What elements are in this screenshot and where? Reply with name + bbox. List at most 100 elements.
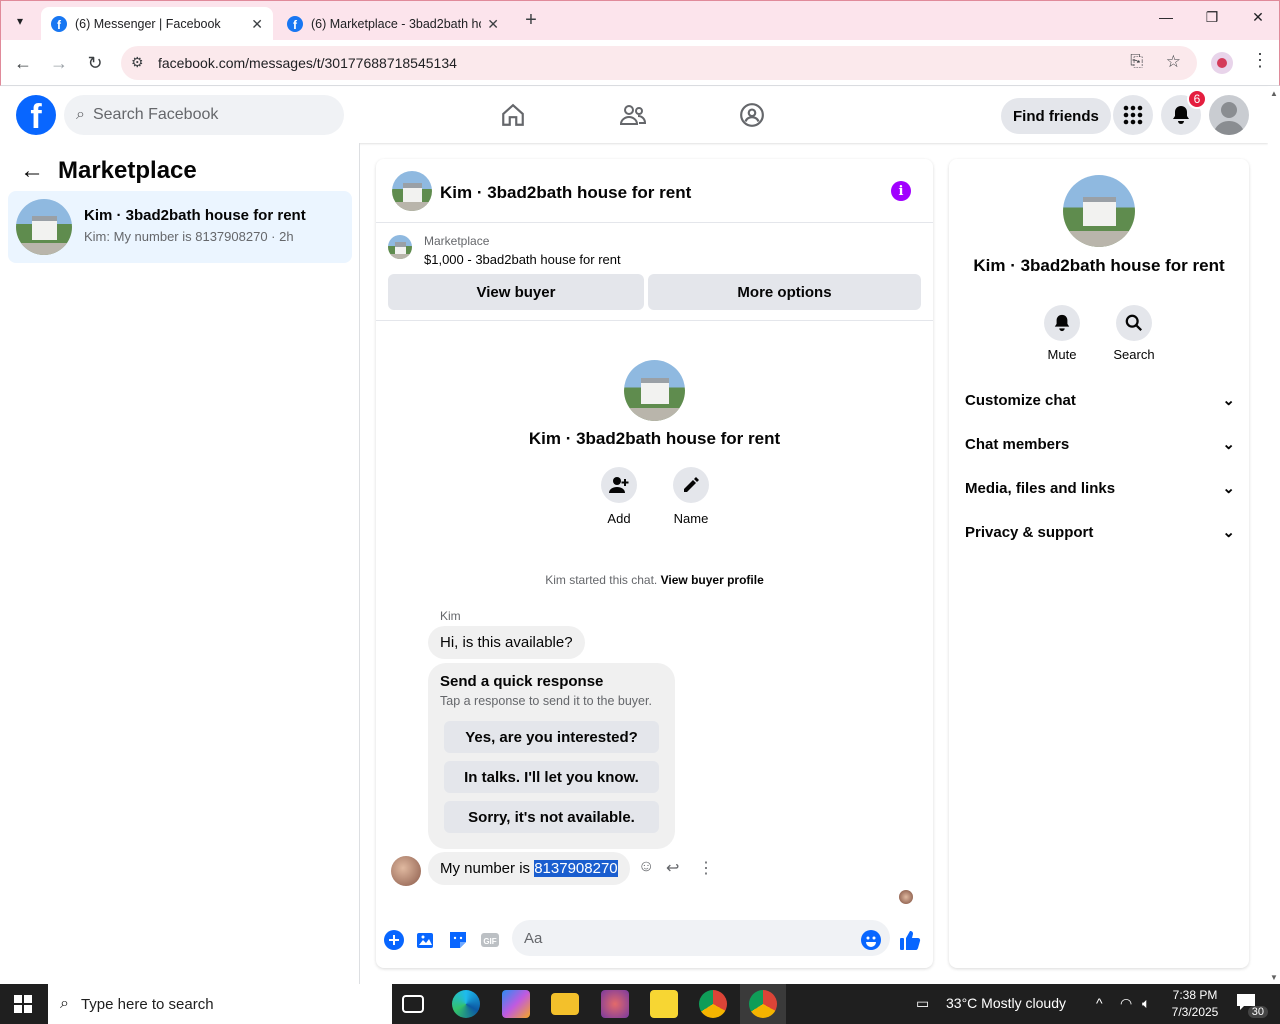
home-icon[interactable] xyxy=(499,101,527,129)
sender-avatar[interactable] xyxy=(391,856,421,886)
copilot-icon[interactable] xyxy=(502,990,530,1018)
chat-members-section[interactable]: Chat members ⌄ xyxy=(965,435,1235,454)
edge-icon[interactable] xyxy=(452,990,480,1018)
info-icon[interactable]: i xyxy=(891,181,911,201)
omnibox[interactable]: ⚙ facebook.com/messages/t/30177688718545… xyxy=(121,46,1197,80)
site-settings-icon[interactable]: ⚙ xyxy=(131,54,144,71)
facebook-search-input[interactable]: ⌕ Search Facebook xyxy=(64,95,344,135)
browser-menu-icon[interactable]: ⋮ xyxy=(1251,50,1269,71)
conversation-list-panel: ← Marketplace Kim · 3bad2bath house for … xyxy=(0,143,360,984)
gif-icon[interactable]: GIF xyxy=(479,929,501,951)
listing-thumbnail[interactable] xyxy=(388,235,412,259)
sticky-notes-icon[interactable] xyxy=(650,990,678,1018)
reply-icon[interactable]: ↩ xyxy=(666,858,679,878)
task-view-icon[interactable] xyxy=(402,995,424,1013)
listing-avatar xyxy=(16,199,72,255)
page-scrollbar[interactable]: ▲ ▼ xyxy=(1268,87,1280,984)
chrome-icon[interactable] xyxy=(699,990,727,1018)
browser-profile-icon[interactable] xyxy=(1211,52,1233,74)
view-buyer-button[interactable]: View buyer xyxy=(388,274,644,310)
quick-response-option[interactable]: Sorry, it's not available. xyxy=(444,801,659,833)
customize-chat-section[interactable]: Customize chat ⌄ xyxy=(965,391,1235,410)
profile-name: Kim · 3bad2bath house for rent xyxy=(973,256,1225,275)
weather-icon[interactable]: ▭ xyxy=(916,995,929,1012)
restore-icon[interactable]: ❐ xyxy=(1189,9,1235,26)
sidebar-title: Marketplace xyxy=(58,157,197,184)
scroll-up-icon[interactable]: ▲ xyxy=(1270,89,1278,98)
chat-header-avatar[interactable] xyxy=(392,171,432,211)
find-friends-button[interactable]: Find friends xyxy=(1001,98,1111,134)
close-window-icon[interactable]: ✕ xyxy=(1235,9,1280,26)
quick-response-option[interactable]: Yes, are you interested? xyxy=(444,721,659,753)
forward-icon[interactable]: → xyxy=(47,51,71,75)
view-buyer-profile-link[interactable]: View buyer profile xyxy=(661,573,764,587)
sticker-icon[interactable] xyxy=(447,929,469,951)
conversation-name: Kim · 3bad2bath house for rent xyxy=(84,207,306,224)
mute-label: Mute xyxy=(1047,347,1077,362)
message-bubble[interactable]: My number is 8137908270 xyxy=(428,852,630,885)
quick-response-option[interactable]: In talks. I'll let you know. xyxy=(444,761,659,793)
emoji-icon[interactable] xyxy=(860,929,882,951)
tab-title: (6) Marketplace - 3bad2bath ho xyxy=(311,17,482,31)
bookmark-star-icon[interactable]: ☆ xyxy=(1166,52,1181,72)
privacy-support-section[interactable]: Privacy & support ⌄ xyxy=(965,523,1235,542)
reload-icon[interactable]: ↻ xyxy=(83,51,107,75)
message-bubble[interactable]: Hi, is this available? xyxy=(428,626,585,659)
notification-center-icon[interactable]: 30 xyxy=(1236,993,1268,1018)
edit-name-button[interactable]: Name xyxy=(661,467,721,526)
chevron-down-icon: ⌄ xyxy=(1222,392,1235,409)
new-tab-icon[interactable]: + xyxy=(519,9,543,32)
taskbar-search-input[interactable]: ⌕ Type here to search xyxy=(48,984,392,1024)
message-input[interactable]: Aa xyxy=(512,920,890,956)
chat-title[interactable]: Kim · 3bad2bath house for rent xyxy=(440,183,691,203)
close-tab-icon[interactable]: ✕ xyxy=(487,16,499,33)
listing-price-title[interactable]: $1,000 - 3bad2bath house for rent xyxy=(424,252,621,267)
notification-badge: 6 xyxy=(1187,89,1207,109)
profile-avatar[interactable] xyxy=(1063,175,1135,247)
facebook-logo-icon[interactable]: f xyxy=(16,95,56,135)
account-avatar[interactable] xyxy=(1209,95,1249,135)
search-icon: ⌕ xyxy=(60,995,69,1012)
tab-search-icon[interactable]: ▾ xyxy=(7,9,33,33)
more-options-button[interactable]: More options xyxy=(648,274,921,310)
add-people-button[interactable]: Add xyxy=(589,467,649,526)
svg-text:GIF: GIF xyxy=(483,937,496,946)
network-icon[interactable]: ◠ xyxy=(1120,995,1132,1012)
clock-time: 7:38 PM xyxy=(1172,988,1218,1002)
paint-icon[interactable] xyxy=(601,990,629,1018)
install-app-icon[interactable]: ⎘ xyxy=(1130,53,1143,71)
back-icon[interactable]: ← xyxy=(11,51,35,75)
back-arrow-icon[interactable]: ← xyxy=(20,157,44,185)
more-actions-icon[interactable]: ⋮ xyxy=(698,858,714,878)
volume-icon[interactable]: 🔈︎ xyxy=(1142,995,1150,1012)
mute-button[interactable]: Mute xyxy=(1032,305,1092,362)
file-explorer-icon[interactable] xyxy=(551,993,579,1015)
taskbar-clock[interactable]: 7:38 PM 7/3/2025 xyxy=(1168,987,1222,1021)
chrome-active-icon[interactable] xyxy=(740,984,786,1024)
gallery-icon[interactable] xyxy=(415,929,437,951)
groups-icon[interactable] xyxy=(738,101,766,129)
tray-chevron-icon[interactable]: ^ xyxy=(1096,995,1103,1011)
scroll-down-icon[interactable]: ▼ xyxy=(1270,973,1278,982)
search-in-chat-button[interactable]: Search xyxy=(1104,305,1164,362)
menu-grid-icon[interactable] xyxy=(1113,95,1153,135)
minimize-icon[interactable]: — xyxy=(1143,9,1189,25)
search-label: Search xyxy=(1113,347,1155,362)
tab-messenger[interactable]: f (6) Messenger | Facebook ✕ xyxy=(41,7,273,41)
conversation-item[interactable]: Kim · 3bad2bath house for rent Kim: My n… xyxy=(8,191,352,263)
tab-title: (6) Messenger | Facebook xyxy=(75,17,221,31)
windows-start-icon[interactable] xyxy=(14,995,32,1013)
react-icon[interactable]: ☺ xyxy=(638,858,654,876)
close-tab-icon[interactable]: ✕ xyxy=(251,16,263,33)
weather-text[interactable]: 33°C Mostly cloudy xyxy=(946,995,1066,1011)
tab-marketplace[interactable]: f (6) Marketplace - 3bad2bath ho ✕ xyxy=(277,7,509,41)
url-text[interactable]: facebook.com/messages/t/3017768871854513… xyxy=(158,55,457,71)
plus-icon[interactable] xyxy=(383,929,405,951)
selected-phone-number[interactable]: 8137908270 xyxy=(534,860,618,877)
thumbs-up-icon[interactable] xyxy=(899,929,921,951)
media-files-links-section[interactable]: Media, files and links ⌄ xyxy=(965,479,1235,498)
windows-taskbar: ⌕ Type here to search ▭ 33°C Mostly clou… xyxy=(0,984,1280,1024)
friends-icon[interactable] xyxy=(619,101,647,129)
quick-response-title: Send a quick response xyxy=(440,673,604,690)
section-label: Privacy & support xyxy=(965,523,1094,541)
